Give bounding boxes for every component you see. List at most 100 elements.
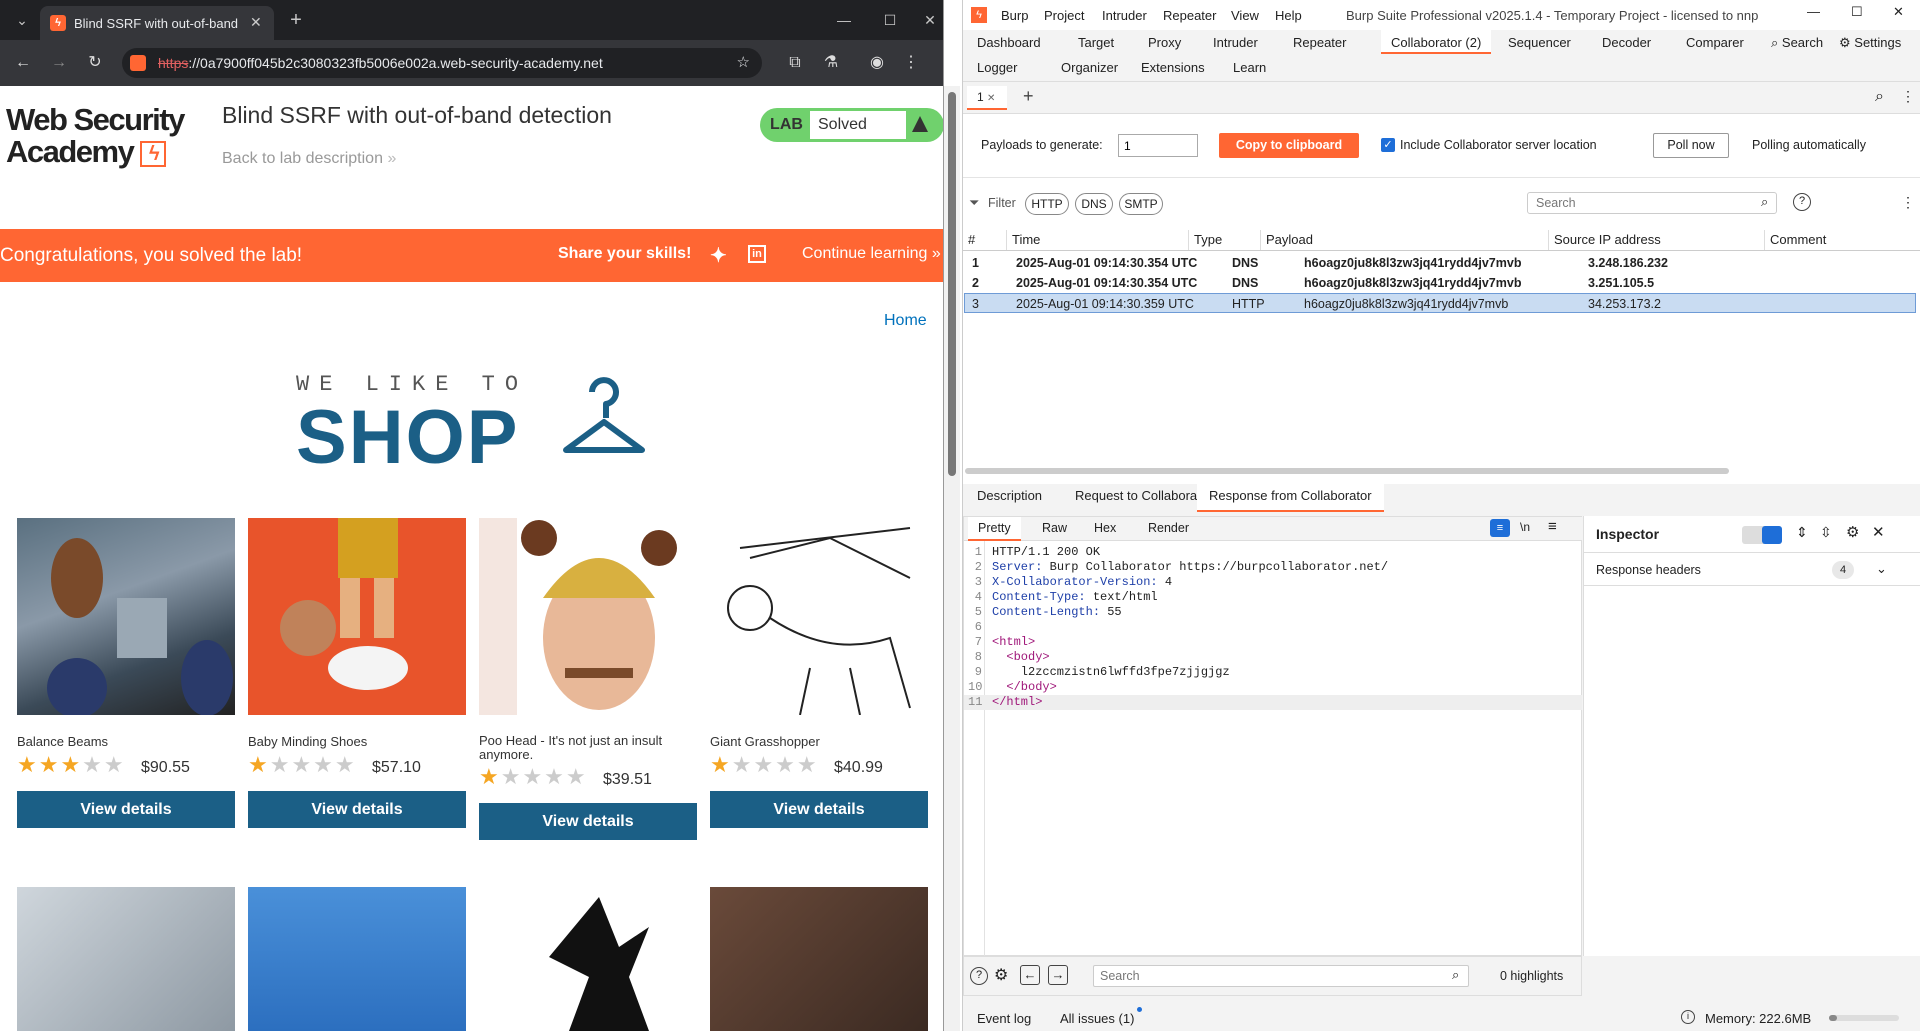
product-image[interactable] — [479, 518, 697, 715]
help-icon[interactable]: ? — [1793, 193, 1811, 211]
table-row-selected[interactable]: 3 2025-Aug-01 09:14:30.359 UTC HTTP h6oa… — [964, 293, 1916, 313]
column-header-source-ip[interactable]: Source IP address — [1549, 230, 1765, 250]
product-image[interactable] — [710, 887, 928, 1031]
response-headers-section[interactable]: Response headers 4 ⌄ — [1584, 552, 1920, 586]
column-header-number[interactable]: # — [963, 230, 1007, 250]
copy-to-clipboard-button[interactable]: Copy to clipboard — [1219, 133, 1359, 158]
newline-toggle-icon[interactable]: \n — [1520, 520, 1530, 534]
tab-response-from-collaborator[interactable]: Response from Collaborator — [1197, 484, 1384, 512]
view-tab-raw[interactable]: Raw — [1042, 521, 1067, 535]
tab-description[interactable]: Description — [977, 488, 1042, 503]
home-link[interactable]: Home — [884, 312, 927, 330]
close-icon[interactable]: ✕ — [1872, 523, 1885, 541]
view-tab-pretty[interactable]: Pretty — [968, 517, 1021, 541]
tab-organizer[interactable]: Organizer — [1061, 60, 1118, 75]
tab-search-icon[interactable]: ⌄ — [8, 6, 36, 34]
add-subtab-icon[interactable]: + — [1023, 86, 1034, 107]
forward-icon[interactable]: → — [44, 48, 74, 78]
help-icon[interactable]: ? — [970, 967, 988, 985]
view-tab-render[interactable]: Render — [1148, 521, 1189, 535]
view-details-button[interactable]: View details — [479, 803, 697, 840]
previous-icon[interactable]: ← — [1020, 965, 1040, 985]
product-image[interactable] — [710, 518, 928, 715]
column-header-time[interactable]: Time — [1007, 230, 1189, 250]
tab-learn[interactable]: Learn — [1233, 60, 1266, 75]
filter-http-pill[interactable]: HTTP — [1025, 193, 1069, 215]
next-icon[interactable]: → — [1048, 965, 1068, 985]
close-window-icon[interactable]: ✕ — [1893, 4, 1904, 20]
filter-label[interactable]: Filter — [988, 196, 1016, 210]
poll-now-button[interactable]: Poll now — [1653, 133, 1729, 158]
view-details-button[interactable]: View details — [17, 791, 235, 828]
filter-icon[interactable]: ⏷ — [969, 195, 979, 211]
tab-request-to-collaborator[interactable]: Request to Collaborator — [1075, 488, 1212, 503]
editor-search-input[interactable]: Search — [1093, 965, 1469, 987]
view-details-button[interactable]: View details — [710, 791, 928, 828]
scrollbar-thumb[interactable] — [948, 92, 956, 476]
extensions-icon[interactable]: ⧉ — [780, 48, 810, 78]
continue-learning-link[interactable]: Continue learning » — [802, 245, 941, 263]
include-location-checkbox[interactable]: ✓ — [1381, 138, 1395, 152]
tab-intruder[interactable]: Intruder — [1213, 35, 1258, 50]
menu-kebab-icon[interactable]: ⋮ — [1901, 194, 1915, 211]
linkedin-icon[interactable]: in — [748, 245, 766, 263]
reload-icon[interactable]: ↻ — [80, 48, 110, 78]
tab-logger[interactable]: Logger — [977, 60, 1017, 75]
chevron-down-icon[interactable]: ⌄ — [1876, 561, 1887, 577]
close-window-icon[interactable]: ✕ — [920, 6, 940, 34]
minimize-icon[interactable]: — — [1807, 4, 1820, 19]
tab-decoder[interactable]: Decoder — [1602, 35, 1651, 50]
bookmark-star-icon[interactable]: ☆ — [737, 48, 750, 78]
payloads-input[interactable] — [1118, 134, 1198, 157]
column-header-comment[interactable]: Comment — [1765, 230, 1920, 250]
back-icon[interactable]: ← — [8, 48, 38, 78]
settings-button[interactable]: ⚙ Settings — [1839, 35, 1901, 51]
menu-intruder[interactable]: Intruder — [1102, 8, 1147, 23]
browser-tab-active[interactable]: ϟ Blind SSRF with out-of-band de ✕ — [40, 6, 274, 40]
address-bar[interactable]: https://0a7900ff045b2c3080323fb5006e002a… — [122, 48, 762, 78]
tab-target[interactable]: Target — [1078, 35, 1114, 50]
table-horizontal-scrollbar[interactable] — [965, 468, 1729, 474]
all-issues-link[interactable]: All issues (1) — [1060, 1011, 1134, 1026]
product-image[interactable] — [479, 887, 697, 1031]
tab-repeater[interactable]: Repeater — [1293, 35, 1346, 50]
response-code[interactable]: 1 HTTP/1.1 200 OK 2 Server: Burp Collaborat… — [964, 545, 1582, 895]
table-search-input[interactable]: Search — [1527, 192, 1777, 214]
subtab-1[interactable]: 1 ✕ — [967, 86, 1007, 110]
product-image[interactable] — [248, 518, 466, 715]
twitter-icon[interactable]: ✦ — [710, 243, 727, 268]
maximize-icon[interactable]: ☐ — [1851, 4, 1863, 20]
editor-menu-icon[interactable]: ≡ — [1548, 518, 1557, 535]
menu-project[interactable]: Project — [1044, 8, 1084, 23]
event-log-link[interactable]: Event log — [977, 1011, 1031, 1026]
table-row[interactable]: 1 2025-Aug-01 09:14:30.354 UTC DNS h6oag… — [964, 253, 1916, 273]
column-header-payload[interactable]: Payload — [1261, 230, 1549, 250]
gear-icon[interactable]: ⚙ — [1846, 523, 1859, 541]
layout-toggle[interactable] — [1742, 526, 1782, 544]
tab-dashboard[interactable]: Dashboard — [977, 35, 1041, 50]
wrap-lines-icon[interactable]: ≡ — [1490, 519, 1510, 537]
search-button[interactable]: ⌕ Search — [1771, 35, 1823, 51]
search-icon[interactable]: ⌕ — [1875, 88, 1884, 106]
column-header-type[interactable]: Type — [1189, 230, 1261, 250]
tab-proxy[interactable]: Proxy — [1148, 35, 1181, 50]
view-tab-hex[interactable]: Hex — [1094, 521, 1116, 535]
gear-icon[interactable]: ⚙ — [994, 965, 1008, 985]
expand-all-icon[interactable]: ⇕ — [1796, 524, 1808, 541]
minimize-icon[interactable]: — — [830, 6, 858, 34]
tab-sequencer[interactable]: Sequencer — [1508, 35, 1571, 50]
table-row[interactable]: 2 2025-Aug-01 09:14:30.354 UTC DNS h6oag… — [964, 273, 1916, 293]
menu-kebab-icon[interactable]: ⋮ — [896, 48, 926, 78]
product-image[interactable] — [17, 887, 235, 1031]
info-icon[interactable]: i — [1681, 1010, 1695, 1024]
tab-collaborator[interactable]: Collaborator (2) — [1381, 30, 1492, 54]
menu-burp[interactable]: Burp — [1001, 8, 1028, 23]
tab-comparer[interactable]: Comparer — [1686, 35, 1744, 50]
web-security-academy-logo[interactable]: Web Security Academy ϟ — [6, 104, 186, 170]
close-tab-icon[interactable]: ✕ — [250, 14, 262, 31]
browser-scrollbar[interactable] — [944, 86, 960, 1031]
menu-view[interactable]: View — [1231, 8, 1259, 23]
product-image[interactable] — [17, 518, 235, 715]
maximize-icon[interactable]: ☐ — [876, 6, 904, 34]
labs-icon[interactable]: ⚗ — [816, 48, 846, 78]
